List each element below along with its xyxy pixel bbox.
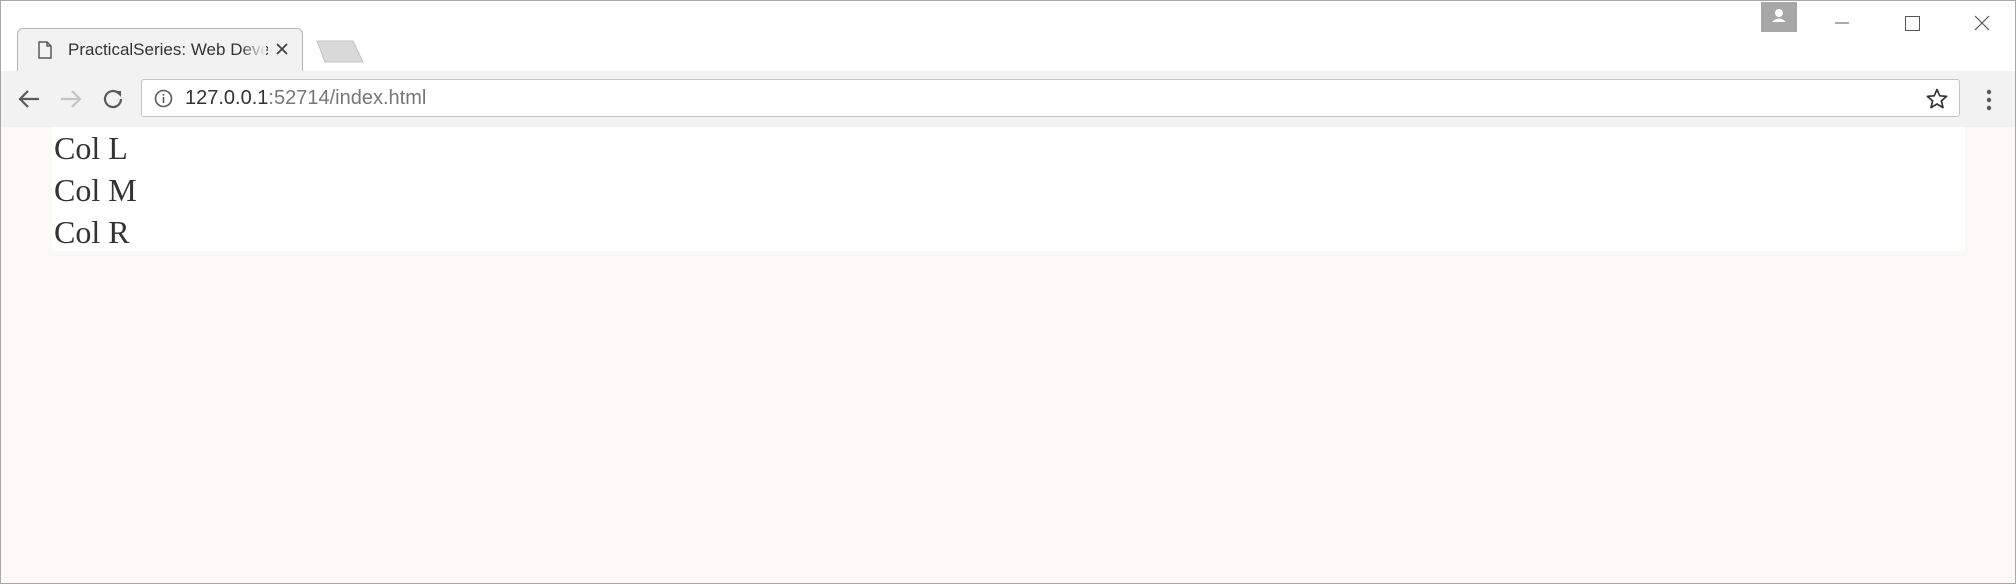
url-path: :52714/index.html	[268, 87, 427, 109]
forward-button[interactable]	[55, 83, 87, 115]
close-tab-icon[interactable]	[274, 41, 290, 57]
maximize-button[interactable]	[1877, 1, 1947, 45]
info-icon[interactable]	[154, 89, 173, 108]
browser-tab[interactable]: PracticalSeries: Web Development	[17, 28, 303, 71]
browser-window: PracticalSeries: Web Development	[0, 0, 2016, 584]
title-bar: PracticalSeries: Web Development	[1, 1, 2015, 71]
col-right-text: Col R	[54, 214, 130, 250]
back-button[interactable]	[13, 83, 45, 115]
url-text: 127.0.0.1:52714/index.html	[185, 87, 426, 110]
minimize-button[interactable]	[1807, 1, 1877, 45]
tab-title-fade	[240, 37, 266, 65]
page-viewport: Col L Col M Col R	[1, 127, 2015, 583]
tab-title: PracticalSeries: Web Development	[68, 40, 268, 59]
page-icon	[38, 41, 52, 59]
browser-menu-icon[interactable]	[1977, 85, 2001, 115]
content-container: Col L Col M Col R	[52, 127, 1965, 251]
profile-button[interactable]	[1761, 2, 1797, 32]
address-bar[interactable]: 127.0.0.1:52714/index.html	[141, 79, 1960, 117]
url-host: 127.0.0.1	[185, 87, 269, 109]
col-middle-text: Col M	[54, 172, 137, 208]
window-close-button[interactable]	[1947, 1, 2015, 45]
col-left-text: Col L	[54, 130, 128, 166]
bookmark-star-icon[interactable]	[1925, 87, 1949, 111]
browser-toolbar: 127.0.0.1:52714/index.html	[1, 71, 2015, 128]
new-tab-button[interactable]	[315, 39, 365, 63]
reload-button[interactable]	[97, 83, 129, 115]
